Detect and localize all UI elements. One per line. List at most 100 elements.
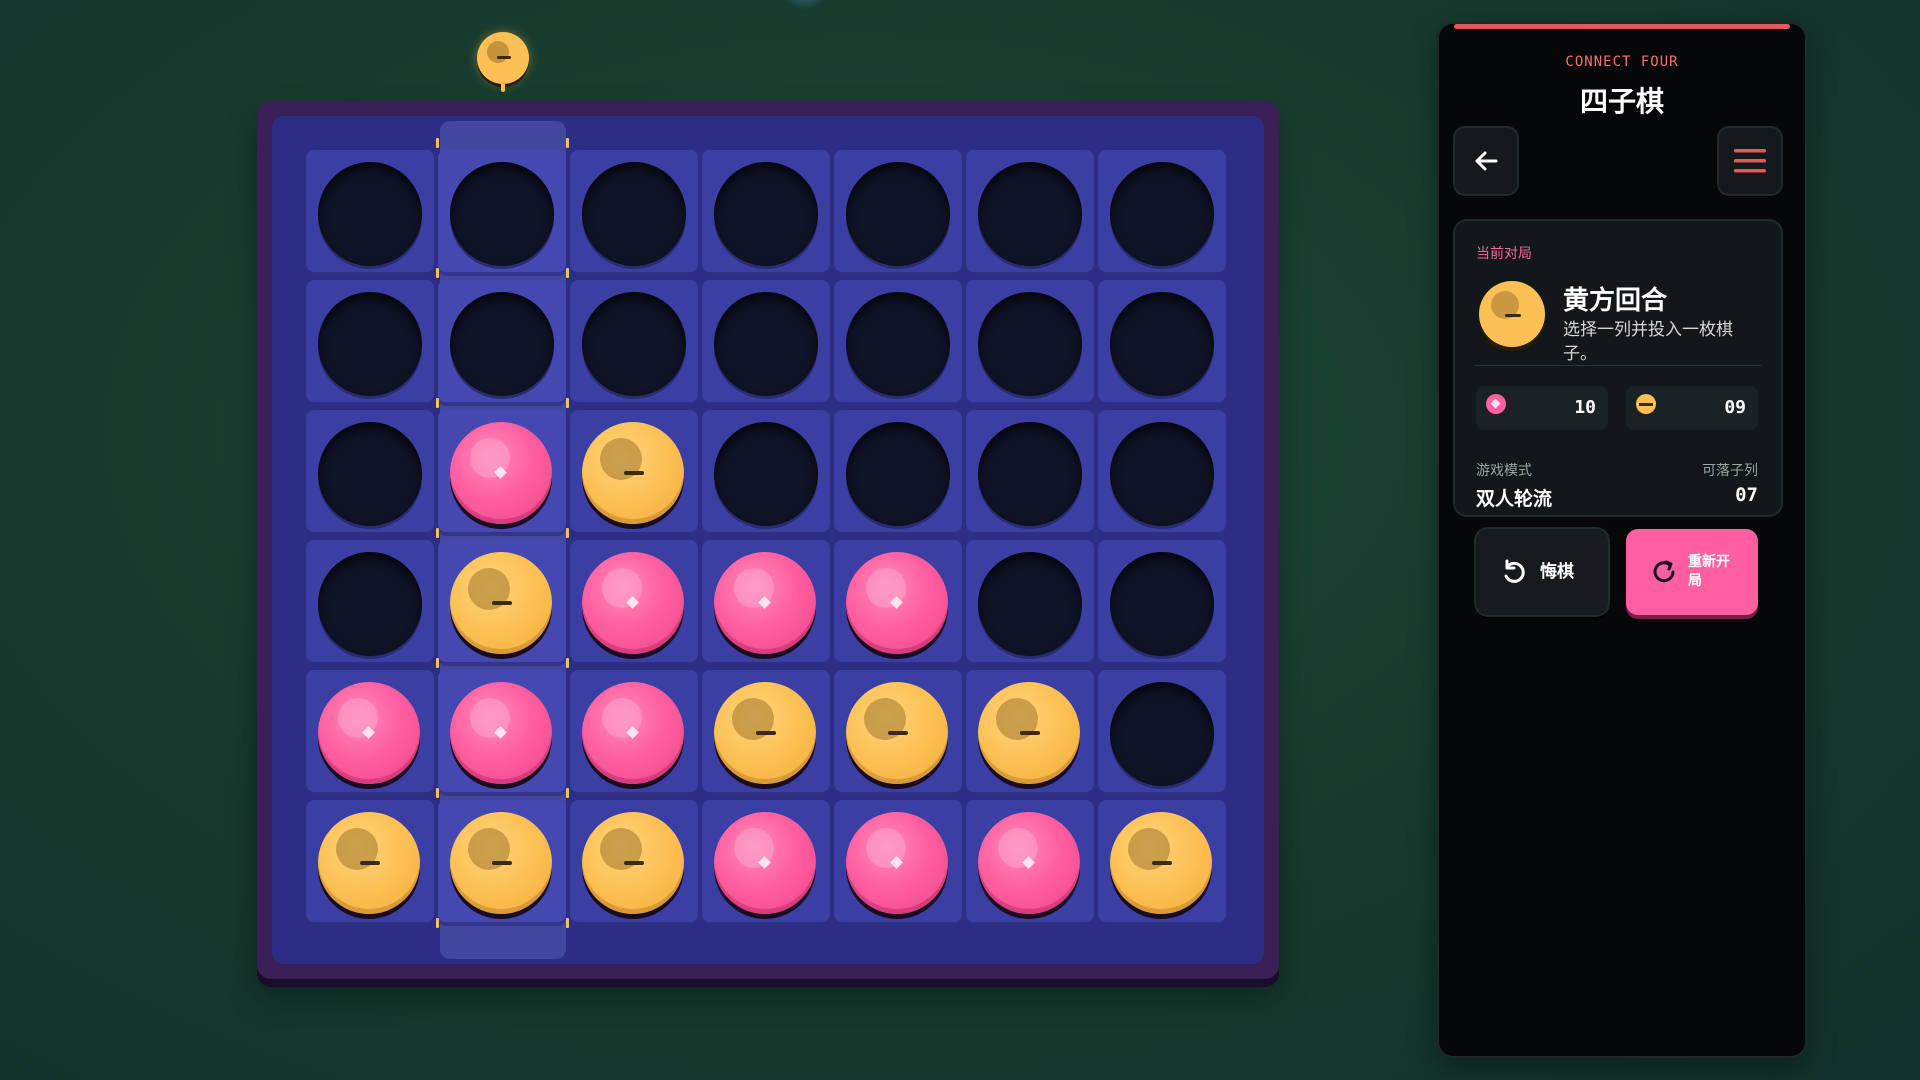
empty-slot xyxy=(582,292,686,396)
pink-piece xyxy=(582,552,684,654)
drop-preview-piece xyxy=(477,32,529,84)
board-cell[interactable] xyxy=(306,280,434,406)
board-cell[interactable] xyxy=(438,540,566,666)
board-cell[interactable] xyxy=(702,410,830,536)
empty-slot xyxy=(582,162,686,266)
menu-button[interactable] xyxy=(1719,128,1781,194)
pink-score-value: 10 xyxy=(1574,397,1596,418)
board-cell[interactable] xyxy=(702,280,830,406)
pink-score: 10 xyxy=(1476,386,1608,430)
board-cell[interactable] xyxy=(570,280,698,406)
yellow-score: 09 xyxy=(1626,386,1758,430)
match-status-label: 当前对局 xyxy=(1476,246,1532,262)
empty-slot xyxy=(978,552,1082,656)
board-cell[interactable] xyxy=(966,800,1094,926)
undo-icon xyxy=(1504,559,1525,583)
board-cell[interactable] xyxy=(1098,800,1226,926)
column-guide-tick xyxy=(436,268,439,278)
board-cell[interactable] xyxy=(438,800,566,926)
game-mode-label: 游戏模式 xyxy=(1476,463,1532,479)
yellow-piece xyxy=(450,552,552,654)
empty-slot xyxy=(1110,682,1214,786)
game-subtitle: CONNECT FOUR xyxy=(1565,54,1679,70)
board-cell[interactable] xyxy=(966,410,1094,536)
board-cell[interactable] xyxy=(570,410,698,536)
board-cell[interactable] xyxy=(306,540,434,666)
board-cell[interactable] xyxy=(438,150,566,276)
board-cell[interactable] xyxy=(1098,410,1226,536)
empty-slot xyxy=(978,292,1082,396)
empty-slot xyxy=(450,162,554,266)
yellow-score-value: 09 xyxy=(1724,397,1746,418)
board-cell[interactable] xyxy=(834,410,962,536)
undo-label: 悔棋 xyxy=(1540,561,1574,582)
board-cell[interactable] xyxy=(966,540,1094,666)
arrow-left-icon xyxy=(1475,151,1498,171)
empty-slot xyxy=(318,552,422,656)
game-screen: CONNECT FOUR 四子棋 当前对局 黄方回合 选择一列并投入一枚棋子。 … xyxy=(0,0,1920,1080)
board-cell[interactable] xyxy=(834,280,962,406)
board-cell[interactable] xyxy=(306,800,434,926)
panel-accent-bar xyxy=(1454,24,1790,29)
empty-slot xyxy=(846,292,950,396)
board-cell[interactable] xyxy=(570,800,698,926)
pink-piece xyxy=(714,812,816,914)
turn-title: 黄方回合 xyxy=(1563,286,1668,316)
board-cell[interactable] xyxy=(306,670,434,796)
pink-piece xyxy=(450,682,552,784)
board-cell[interactable] xyxy=(966,670,1094,796)
board-cell[interactable] xyxy=(702,670,830,796)
board-cell[interactable] xyxy=(570,670,698,796)
empty-slot xyxy=(318,162,422,266)
board-cell[interactable] xyxy=(834,800,962,926)
board-cell[interactable] xyxy=(1098,150,1226,276)
board-cell[interactable] xyxy=(438,670,566,796)
board-cell[interactable] xyxy=(834,150,962,276)
top-glow xyxy=(780,0,830,10)
board-cell[interactable] xyxy=(702,150,830,276)
board-cell[interactable] xyxy=(702,540,830,666)
board-cell[interactable] xyxy=(966,280,1094,406)
column-guide-tick xyxy=(566,398,569,408)
game-mode-value: 双人轮流 xyxy=(1476,488,1553,510)
board-cell[interactable] xyxy=(438,280,566,406)
board-cell[interactable] xyxy=(834,670,962,796)
empty-slot xyxy=(846,422,950,526)
card-divider xyxy=(1475,365,1761,366)
game-title: 四子棋 xyxy=(1579,85,1664,118)
board-cell[interactable] xyxy=(1098,670,1226,796)
hamburger-menu-icon xyxy=(1734,149,1766,173)
yellow-piece xyxy=(582,812,684,914)
column-guide-tick xyxy=(566,138,569,148)
board-cell[interactable] xyxy=(438,410,566,536)
restart-button[interactable]: 重新开局 xyxy=(1626,529,1758,615)
empty-slot xyxy=(1110,422,1214,526)
yellow-piece xyxy=(714,682,816,784)
board-cell[interactable] xyxy=(306,410,434,536)
empty-slot xyxy=(978,422,1082,526)
pink-piece xyxy=(846,552,948,654)
board-cell[interactable] xyxy=(570,150,698,276)
column-guide-tick xyxy=(566,918,569,928)
board-cell[interactable] xyxy=(1098,540,1226,666)
board-cell[interactable] xyxy=(1098,280,1226,406)
empty-slot xyxy=(1110,162,1214,266)
column-guide-tick xyxy=(436,398,439,408)
pink-piece xyxy=(318,682,420,784)
board-cell[interactable] xyxy=(834,540,962,666)
empty-slot xyxy=(1110,552,1214,656)
empty-slot xyxy=(714,422,818,526)
empty-slot xyxy=(714,292,818,396)
board-cell[interactable] xyxy=(966,150,1094,276)
back-button[interactable] xyxy=(1455,128,1517,194)
undo-button[interactable]: 悔棋 xyxy=(1476,529,1608,615)
board-cell[interactable] xyxy=(570,540,698,666)
turn-description: 选择一列并投入一枚棋子。 xyxy=(1563,320,1733,364)
empty-slot xyxy=(450,292,554,396)
board-cell[interactable] xyxy=(702,800,830,926)
playable-columns-label: 可落子列 xyxy=(1702,463,1758,479)
board-cell[interactable] xyxy=(306,150,434,276)
column-guide-tick xyxy=(436,788,439,798)
drop-preview-pointer xyxy=(501,84,505,92)
yellow-piece xyxy=(318,812,420,914)
